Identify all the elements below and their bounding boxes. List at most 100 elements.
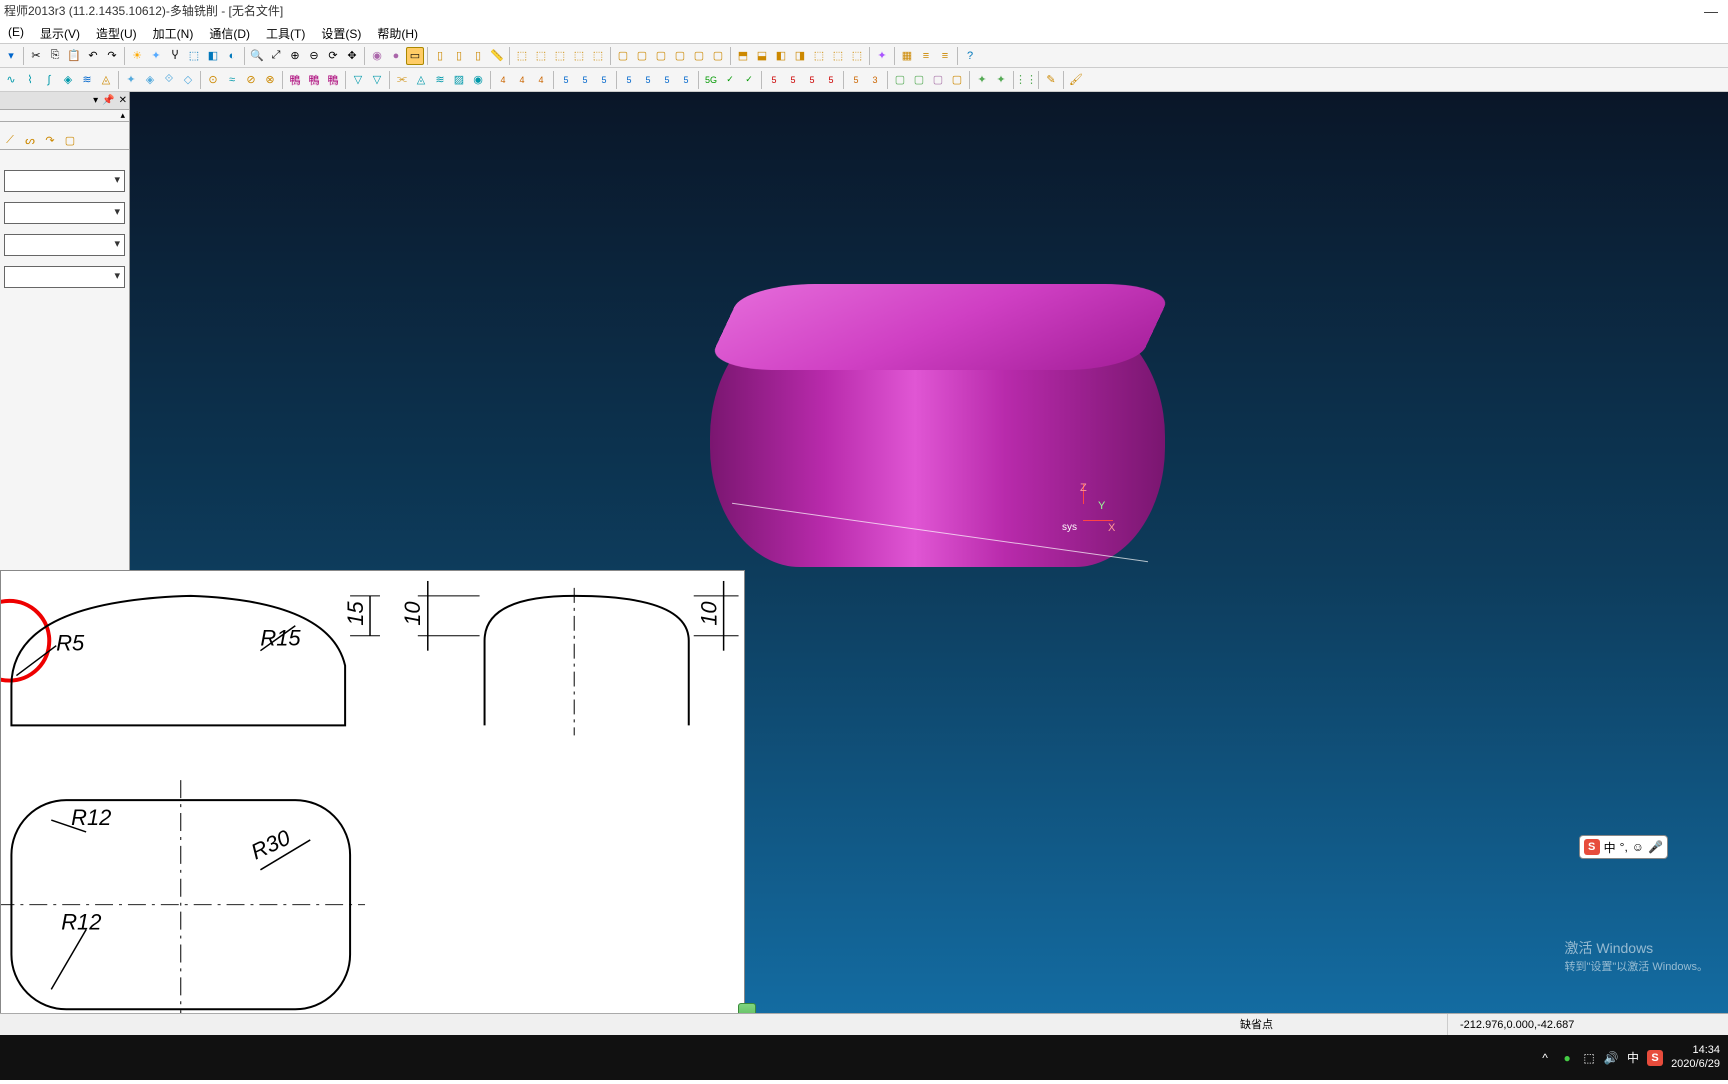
mill3-icon[interactable]: ⟐ — [160, 71, 178, 89]
view1-icon[interactable]: ⬒ — [734, 47, 752, 65]
cube5-icon[interactable]: ▢ — [690, 47, 708, 65]
curve1-icon[interactable]: ∿ — [2, 71, 20, 89]
combo-1[interactable] — [4, 170, 125, 192]
undo-icon[interactable]: ↶ — [84, 47, 102, 65]
view6-icon[interactable]: ⬚ — [829, 47, 847, 65]
curve3-icon[interactable]: ∫ — [40, 71, 58, 89]
5g3-icon[interactable]: ✓ — [740, 71, 758, 89]
menu-machining[interactable]: 加工(N) — [145, 22, 202, 43]
cube2-icon[interactable]: ▢ — [633, 47, 651, 65]
model-solid[interactable] — [700, 252, 1180, 602]
hide-icon[interactable]: ◐ — [223, 47, 241, 65]
grid-icon[interactable]: ▦ — [898, 47, 916, 65]
zoom-out-icon[interactable]: ⊖ — [305, 47, 323, 65]
5r2-icon[interactable]: 5 — [784, 71, 802, 89]
panel-collapse[interactable]: ▴ — [0, 110, 129, 122]
taskbar-clock[interactable]: 14:34 2020/6/29 — [1671, 1044, 1720, 1070]
solid-icon[interactable]: ◉ — [368, 47, 386, 65]
filter-icon[interactable]: Ⴤ — [166, 47, 184, 65]
num1-icon[interactable]: 5 — [847, 71, 865, 89]
5r3-icon[interactable]: 5 — [803, 71, 821, 89]
help-icon[interactable]: ? — [961, 47, 979, 65]
side-tab-4[interactable]: ▢ — [60, 130, 80, 150]
5ax1-icon[interactable]: 5 — [557, 71, 575, 89]
cube3-icon[interactable]: ▢ — [652, 47, 670, 65]
view5-icon[interactable]: ⬚ — [810, 47, 828, 65]
new-icon[interactable]: ▾ — [2, 47, 20, 65]
tray-wechat-icon[interactable]: ● — [1559, 1050, 1575, 1066]
mill2-icon[interactable]: ◈ — [141, 71, 159, 89]
op4-icon[interactable]: ⊗ — [261, 71, 279, 89]
pen-icon[interactable]: ✎ — [1042, 71, 1060, 89]
surf3-icon[interactable]: ◬ — [97, 71, 115, 89]
txt1-icon[interactable]: 鴨 — [286, 71, 304, 89]
minimize-button[interactable]: — — [1704, 0, 1728, 22]
panel-dropdown-icon[interactable]: ▾ — [93, 95, 98, 106]
cube4-icon[interactable]: ▢ — [671, 47, 689, 65]
panel-pin-icon[interactable]: 📌 — [102, 95, 114, 106]
star-icon[interactable]: ✦ — [973, 71, 991, 89]
curve2-icon[interactable]: ⌇ — [21, 71, 39, 89]
paste-icon[interactable]: 📋 — [65, 47, 83, 65]
tri2-icon[interactable]: ▽ — [368, 71, 386, 89]
txt2-icon[interactable]: 鴨 — [305, 71, 323, 89]
5b2-icon[interactable]: 5 — [639, 71, 657, 89]
surf1-icon[interactable]: ◈ — [59, 71, 77, 89]
op3-icon[interactable]: ⊘ — [242, 71, 260, 89]
box2-icon[interactable]: ⬚ — [532, 47, 550, 65]
doc3-icon[interactable]: ▯ — [469, 47, 487, 65]
wave-icon[interactable]: ≋ — [431, 71, 449, 89]
5b3-icon[interactable]: 5 — [658, 71, 676, 89]
5b1-icon[interactable]: 5 — [620, 71, 638, 89]
tray-up-icon[interactable]: ^ — [1537, 1050, 1553, 1066]
doc1-icon[interactable]: ▯ — [431, 47, 449, 65]
zoom-icon[interactable]: 🔍 — [248, 47, 266, 65]
layer2-icon[interactable]: ≡ — [936, 47, 954, 65]
combo-3[interactable] — [4, 234, 125, 256]
tri-icon[interactable]: ▽ — [349, 71, 367, 89]
5g2-icon[interactable]: ✓ — [721, 71, 739, 89]
5ax2-icon[interactable]: 5 — [576, 71, 594, 89]
rotate-icon[interactable]: ⟳ — [324, 47, 342, 65]
brush-icon[interactable]: 🖌 — [1067, 71, 1085, 89]
view2-icon[interactable]: ⬓ — [753, 47, 771, 65]
surf2-icon[interactable]: ≋ — [78, 71, 96, 89]
grid2-icon[interactable]: ⋮⋮ — [1017, 71, 1035, 89]
layer-icon[interactable]: ≡ — [917, 47, 935, 65]
side-tab-2[interactable]: ᔕ — [20, 130, 40, 150]
view3-icon[interactable]: ◧ — [772, 47, 790, 65]
op2-icon[interactable]: ≈ — [223, 71, 241, 89]
5r4-icon[interactable]: 5 — [822, 71, 840, 89]
4ax3-icon[interactable]: 4 — [532, 71, 550, 89]
mill4-icon[interactable]: ◇ — [179, 71, 197, 89]
combo-2[interactable] — [4, 202, 125, 224]
tray-network-icon[interactable]: ⬚ — [1581, 1050, 1597, 1066]
sq1-icon[interactable]: ▢ — [891, 71, 909, 89]
cube1-icon[interactable]: ▢ — [614, 47, 632, 65]
menu-comms[interactable]: 通信(D) — [201, 22, 258, 43]
chain-icon[interactable]: ⫘ — [393, 71, 411, 89]
op1-icon[interactable]: ⊙ — [204, 71, 222, 89]
ime-toolbar[interactable]: S 中 °, ☺ 🎤 — [1579, 835, 1668, 859]
wire-icon[interactable]: ⬚ — [185, 47, 203, 65]
surf-icon[interactable]: ◬ — [412, 71, 430, 89]
4ax-icon[interactable]: 4 — [494, 71, 512, 89]
tray-volume-icon[interactable]: 🔊 — [1603, 1050, 1619, 1066]
menu-edit[interactable]: (E) — [0, 22, 32, 43]
light-icon[interactable]: ☀ — [128, 47, 146, 65]
sq4-icon[interactable]: ▢ — [948, 71, 966, 89]
menu-view[interactable]: 显示(V) — [32, 22, 88, 43]
menu-modeling[interactable]: 造型(U) — [88, 22, 145, 43]
box1-icon[interactable]: ⬚ — [513, 47, 531, 65]
menu-help[interactable]: 帮助(H) — [369, 22, 426, 43]
4ax2-icon[interactable]: 4 — [513, 71, 531, 89]
sq2-icon[interactable]: ▢ — [910, 71, 928, 89]
box5-icon[interactable]: ⬚ — [589, 47, 607, 65]
ime-emoji[interactable]: ☺ — [1632, 840, 1644, 854]
copy-icon[interactable]: ⎘ — [46, 47, 64, 65]
combo-4[interactable] — [4, 266, 125, 288]
menu-tools[interactable]: 工具(T) — [258, 22, 313, 43]
5ax3-icon[interactable]: 5 — [595, 71, 613, 89]
menu-settings[interactable]: 设置(S) — [313, 22, 369, 43]
view4-icon[interactable]: ◨ — [791, 47, 809, 65]
